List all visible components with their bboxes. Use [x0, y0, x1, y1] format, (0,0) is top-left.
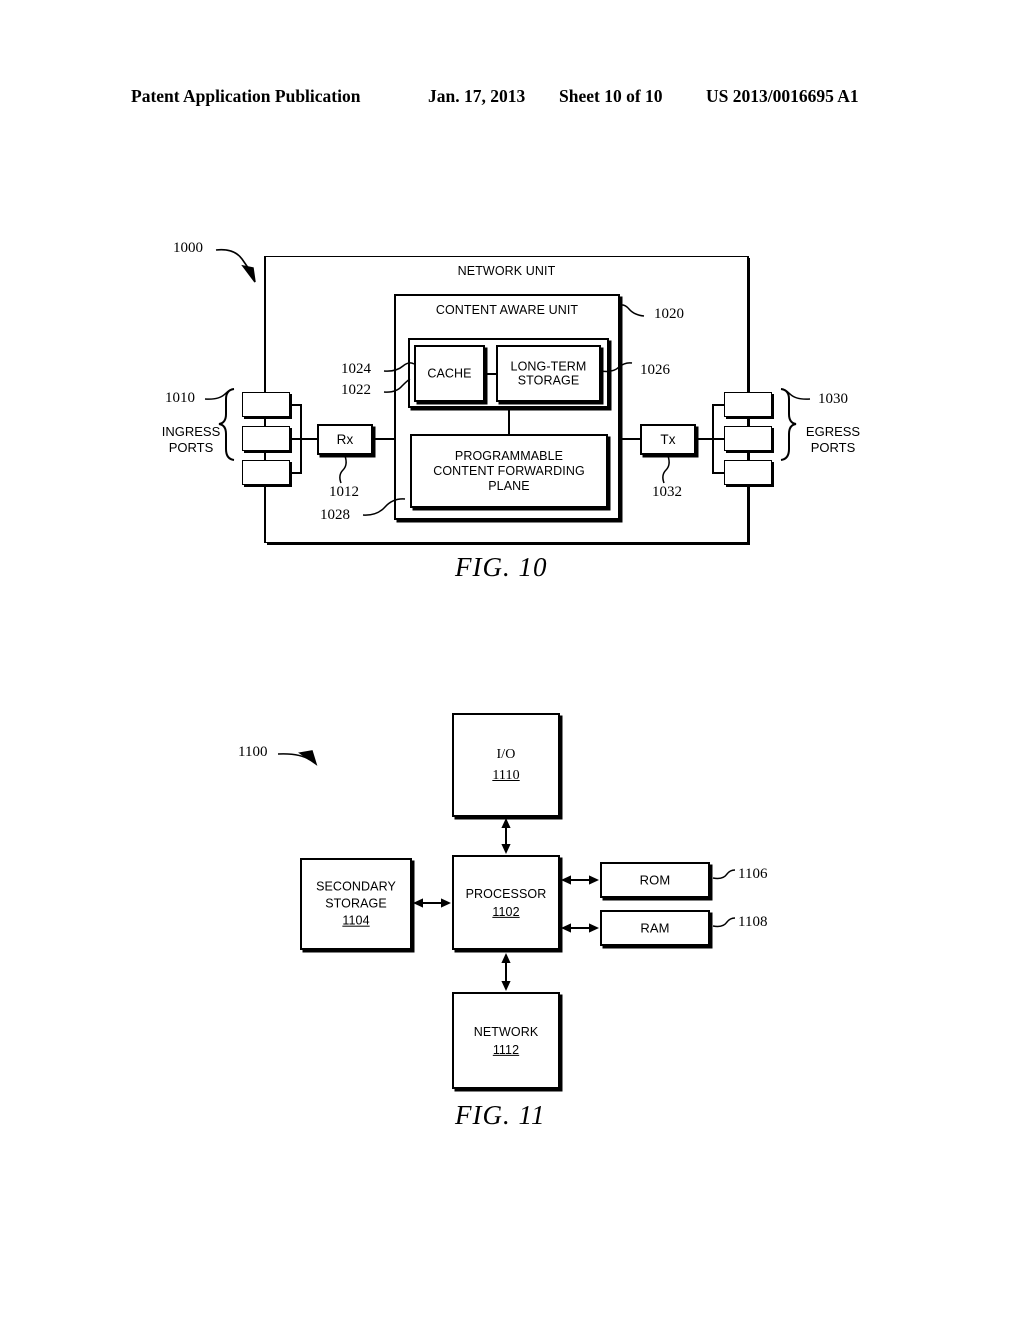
- processor-label-text: PROCESSOR: [465, 886, 547, 901]
- secondary-storage-number: 1104: [342, 913, 370, 928]
- secondary-storage-label: SECONDARY STORAGE 1104: [302, 879, 410, 930]
- ref-1108: 1108: [738, 914, 768, 930]
- ram-label: RAM: [640, 920, 670, 936]
- network-label-text: NETWORK: [473, 1024, 539, 1039]
- network-label: NETWORK 1112: [454, 1022, 558, 1058]
- io-label-text: I/O: [496, 747, 516, 762]
- ram-box: RAM: [600, 910, 710, 946]
- figure-11: I/O 1110 SECONDARY STORAGE 1104 PROCESSO…: [0, 0, 1024, 1320]
- ref-1106: 1106: [738, 866, 768, 882]
- rom-box: ROM: [600, 862, 710, 898]
- io-box: I/O 1110: [452, 713, 560, 817]
- io-number: 1110: [492, 768, 520, 783]
- secondary-storage-box: SECONDARY STORAGE 1104: [300, 858, 412, 950]
- secondary-storage-label-line2: STORAGE: [325, 896, 387, 911]
- network-box: NETWORK 1112: [452, 992, 560, 1089]
- figure-11-caption: FIG. 11: [455, 1100, 546, 1130]
- processor-number: 1102: [492, 904, 520, 919]
- network-number: 1112: [492, 1042, 520, 1057]
- ref-1100: 1100: [238, 744, 268, 760]
- rom-label: ROM: [639, 872, 671, 888]
- io-label: I/O 1110: [454, 744, 558, 786]
- processor-label: PROCESSOR 1102: [454, 884, 558, 920]
- secondary-storage-label-line1: SECONDARY: [316, 879, 396, 894]
- processor-box: PROCESSOR 1102: [452, 855, 560, 950]
